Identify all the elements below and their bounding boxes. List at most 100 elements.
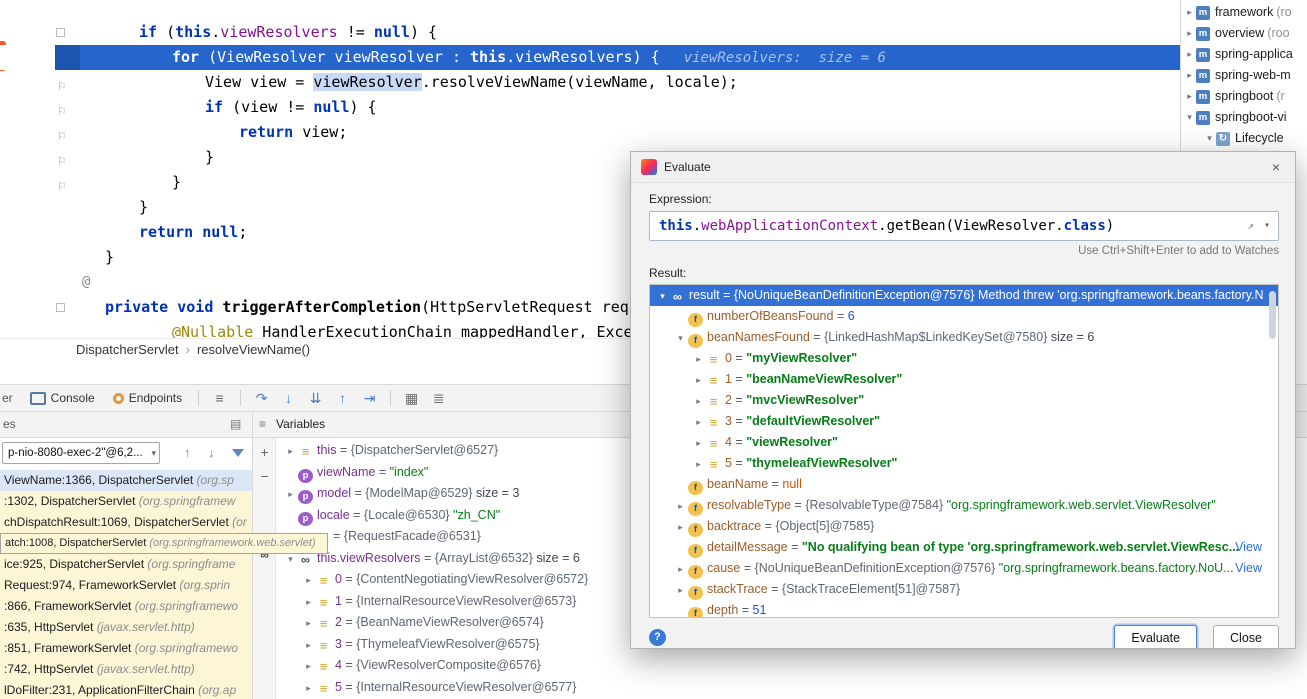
chevron-closed-icon[interactable]: ▸ (302, 635, 315, 656)
force-step-into-icon[interactable]: ⇊ (302, 390, 329, 407)
gutter-flag-icon[interactable]: ⚐ (57, 175, 67, 200)
dialog-titlebar[interactable]: Evaluate × (631, 152, 1295, 183)
project-item[interactable]: ▸mframework (ro (1181, 2, 1307, 23)
chevron-closed-icon[interactable]: ▸ (284, 441, 297, 462)
frame-down-icon[interactable]: ↓ (208, 445, 215, 460)
tree-row-stackTrace[interactable]: ▸fstackTrace = {StackTraceElement[51]@75… (650, 579, 1278, 600)
chevron-icon[interactable]: ▸ (1183, 86, 1196, 107)
chevron-closed-icon[interactable]: ▸ (692, 370, 705, 390)
debugger-tab-cut[interactable]: er (2, 391, 13, 405)
frame-row[interactable]: :742, HttpServlet (javax.servlet.http) (0, 659, 252, 680)
history-dropdown-icon[interactable]: ▾ (1264, 212, 1270, 240)
run-to-cursor-icon[interactable]: ⇥ (356, 390, 383, 407)
chevron-closed-icon[interactable]: ▸ (674, 496, 687, 516)
gutter-flag-icon[interactable]: ⚐ (57, 100, 67, 125)
tree-row-detailMessage[interactable]: fdetailMessage = "No qualifying bean of … (650, 537, 1278, 558)
tree-row-1[interactable]: ▸≡1 = "beanNameViewResolver" (650, 369, 1278, 390)
mute-breakpoints-icon[interactable]: ≣ (425, 390, 452, 407)
chevron-closed-icon[interactable]: ▸ (302, 570, 315, 591)
variables-menu-icon[interactable]: ≡ (259, 417, 266, 431)
chevron-closed-icon[interactable]: ▸ (692, 349, 705, 369)
view-link[interactable]: View (1235, 558, 1262, 579)
chevron-closed-icon[interactable]: ▸ (692, 433, 705, 453)
project-item[interactable]: ▾↻Lifecycle (1181, 128, 1307, 149)
frame-row[interactable]: :1302, DispatcherServlet (org.springfram… (0, 491, 252, 512)
tree-row-numberOfBeansFound[interactable]: fnumberOfBeansFound = 6 (650, 306, 1278, 327)
chevron-icon[interactable]: ▸ (1183, 2, 1196, 23)
gutter-flag-icon[interactable]: ⚐ (57, 125, 67, 150)
gutter-flag-icon[interactable]: ⚐ (57, 150, 67, 175)
chevron-closed-icon[interactable]: ▸ (674, 517, 687, 537)
chevron-closed-icon[interactable]: ▸ (674, 580, 687, 600)
chevron-closed-icon[interactable]: ▸ (674, 559, 687, 579)
chevron-icon[interactable]: ▾ (1203, 128, 1216, 149)
options-menu-icon[interactable]: ≡ (206, 390, 233, 406)
step-into-icon[interactable]: ↓ (275, 390, 302, 406)
tree-row-cause[interactable]: ▸fcause = {NoUniqueBeanDefinitionExcepti… (650, 558, 1278, 579)
frames-tab-cut[interactable]: es (3, 417, 16, 431)
frame-row[interactable]: Request:974, FrameworkServlet (org.sprin (0, 575, 252, 596)
tree-row-5[interactable]: ▸≡5 = {InternalResourceViewResolver@6577… (276, 677, 1307, 699)
tree-row-4[interactable]: ▸≡4 = {ViewResolverComposite@6576} (276, 655, 1307, 677)
chevron-open-icon[interactable]: ▾ (656, 286, 669, 306)
gutter-flag-icon[interactable]: ⚐ (57, 75, 67, 100)
chevron-closed-icon[interactable]: ▸ (692, 412, 705, 432)
tree-row-result[interactable]: ▾∞result = {NoUniqueBeanDefinitionExcept… (650, 285, 1278, 306)
expand-editor-icon[interactable]: ↗ (1247, 212, 1254, 240)
view-breakpoints-icon[interactable]: ▦ (398, 390, 425, 407)
expression-input[interactable]: this.webApplicationContext.getBean(ViewR… (649, 211, 1279, 241)
close-icon[interactable]: × (1267, 159, 1285, 175)
evaluate-button[interactable]: Evaluate (1114, 625, 1197, 649)
chevron-icon[interactable]: ▸ (1183, 44, 1196, 65)
tree-row-backtrace[interactable]: ▸fbacktrace = {Object[5]@7585} (650, 516, 1278, 537)
step-over-icon[interactable]: ↷ (248, 390, 275, 407)
tree-row-beanNamesFound[interactable]: ▾fbeanNamesFound = {LinkedHashMap$Linked… (650, 327, 1278, 348)
breadcrumb-class[interactable]: DispatcherServlet (76, 342, 179, 357)
tree-row-5[interactable]: ▸≡5 = "thymeleafViewResolver" (650, 453, 1278, 474)
tab-endpoints[interactable]: Endpoints (104, 385, 191, 411)
view-link[interactable]: View (1235, 537, 1262, 558)
chevron-closed-icon[interactable]: ▸ (692, 454, 705, 474)
tree-row-0[interactable]: ▸≡0 = "myViewResolver" (650, 348, 1278, 369)
frame-row[interactable]: :635, HttpServlet (javax.servlet.http) (0, 617, 252, 638)
thread-selector[interactable]: p-nio-8080-exec-2"@6,2... ▾ (2, 442, 160, 464)
frame-up-icon[interactable]: ↑ (184, 445, 191, 460)
project-item[interactable]: ▸mspringboot (r (1181, 86, 1307, 107)
chevron-closed-icon[interactable]: ▸ (692, 391, 705, 411)
scrollbar-thumb[interactable] (1269, 291, 1276, 339)
tree-row-resolvableType[interactable]: ▸fresolvableType = {ResolvableType@7584}… (650, 495, 1278, 516)
project-item[interactable]: ▾mspringboot-vi (1181, 107, 1307, 128)
chevron-closed-icon[interactable]: ▸ (302, 592, 315, 613)
close-button[interactable]: Close (1213, 625, 1279, 649)
frame-row[interactable]: ViewName:1366, DispatcherServlet (org.sp (0, 470, 252, 491)
chevron-icon[interactable]: ▸ (1183, 23, 1196, 44)
tree-row-4[interactable]: ▸≡4 = "viewResolver" (650, 432, 1278, 453)
frame-row[interactable]: lDoFilter:231, ApplicationFilterChain (o… (0, 680, 252, 699)
chevron-closed-icon[interactable]: ▸ (302, 678, 315, 699)
project-item[interactable]: ▸mspring-applica (1181, 44, 1307, 65)
add-watch-icon[interactable]: + (253, 444, 276, 460)
chevron-open-icon[interactable]: ▾ (674, 328, 687, 348)
project-item[interactable]: ▸moverview (roo (1181, 23, 1307, 44)
tree-row-2[interactable]: ▸≡2 = "mvcViewResolver" (650, 390, 1278, 411)
chevron-icon[interactable]: ▸ (1183, 65, 1196, 86)
tree-row-depth[interactable]: fdepth = 51 (650, 600, 1278, 618)
project-item[interactable]: ▸mspring-web-m (1181, 65, 1307, 86)
step-out-icon[interactable]: ↑ (329, 390, 356, 406)
frame-row[interactable]: :866, FrameworkServlet (org.springframew… (0, 596, 252, 617)
filter-frames-icon[interactable] (232, 449, 244, 457)
help-icon[interactable]: ? (649, 629, 666, 646)
chevron-closed-icon[interactable]: ▸ (284, 484, 297, 505)
frame-row[interactable]: ice:925, DispatcherServlet (org.springfr… (0, 554, 252, 575)
remove-watch-icon[interactable]: − (253, 468, 276, 484)
chevron-icon[interactable]: ▾ (1183, 107, 1196, 128)
chevron-closed-icon[interactable]: ▸ (302, 656, 315, 677)
frame-row[interactable]: :851, FrameworkServlet (org.springframew… (0, 638, 252, 659)
panel-splitter[interactable] (252, 412, 253, 437)
tab-console[interactable]: Console (21, 385, 104, 411)
tree-row-beanName[interactable]: fbeanName = null (650, 474, 1278, 495)
frame-row[interactable]: chDispatchResult:1069, DispatcherServlet… (0, 512, 252, 533)
chevron-closed-icon[interactable]: ▸ (302, 613, 315, 634)
breadcrumb-method[interactable]: resolveViewName() (197, 342, 310, 357)
frames-settings-icon[interactable]: ▤ (230, 417, 241, 431)
